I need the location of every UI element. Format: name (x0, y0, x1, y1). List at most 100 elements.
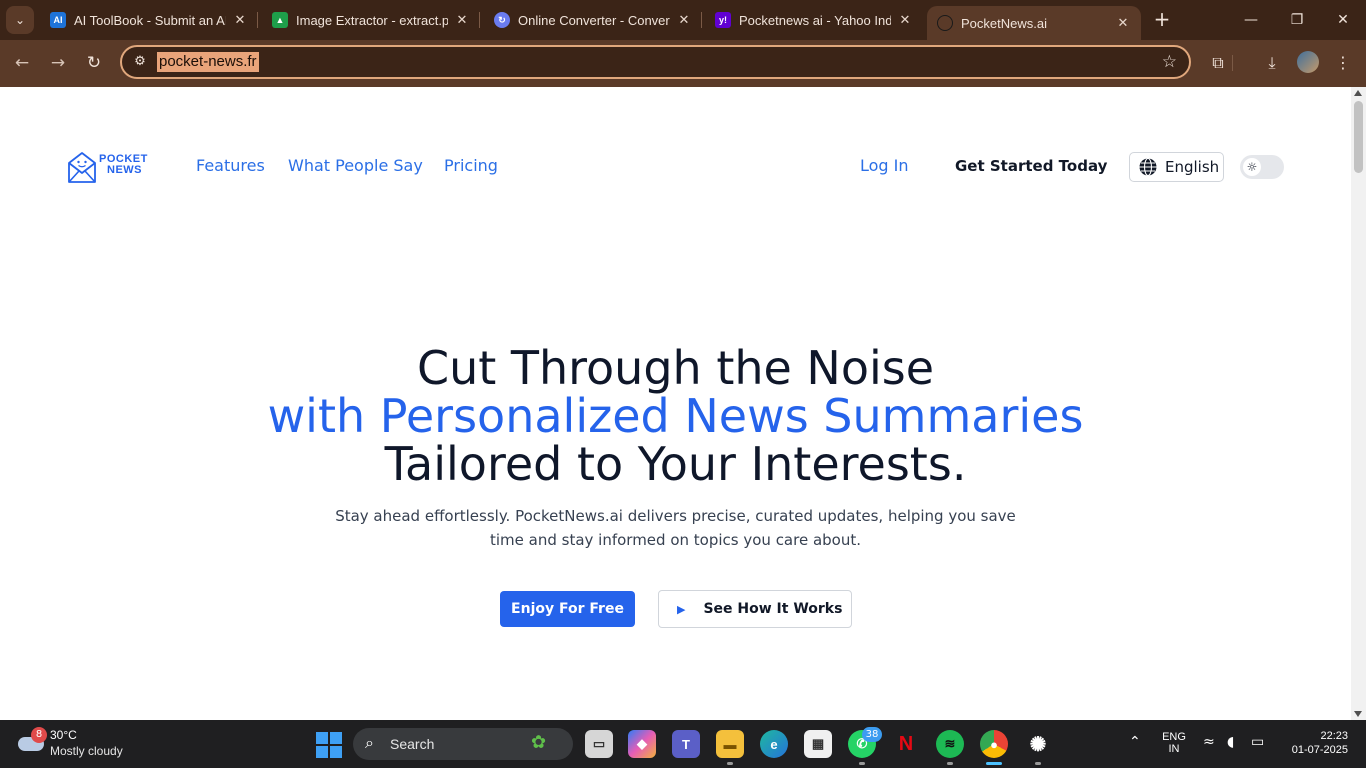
page-scrollbar[interactable] (1351, 87, 1366, 720)
chrome-icon[interactable]: ● (980, 730, 1008, 758)
close-icon[interactable]: ✕ (232, 12, 248, 28)
toolbar-divider (1232, 55, 1233, 71)
browser-menu-icon[interactable]: ⋮ (1330, 50, 1356, 76)
browser-tab-strip: ⌄ AI AI ToolBook - Submit an AI ✕ ▲ Imag… (0, 0, 1366, 40)
file-explorer-icon[interactable]: ▬ (716, 730, 744, 758)
bookmark-star-icon[interactable]: ☆ (1162, 52, 1177, 72)
window-close-icon[interactable]: ✕ (1320, 8, 1366, 32)
close-icon[interactable]: ✕ (676, 12, 692, 28)
close-icon[interactable]: ✕ (454, 12, 470, 28)
clock-time: 22:23 (1320, 730, 1348, 742)
hero-title-line-3: Tailored to Your Interests. (384, 437, 967, 491)
input-language-bottom: IN (1168, 743, 1180, 755)
tab-separator (257, 12, 258, 28)
logo-wordmark: POCKET NEWS (99, 154, 148, 176)
tab-title: Pocketnews ai - Yahoo India (739, 12, 891, 28)
taskbar-clock[interactable]: 22:23 01-07-2025 (1292, 730, 1348, 756)
copilot-icon[interactable]: ◆ (628, 730, 656, 758)
teams-icon[interactable]: T (672, 730, 700, 758)
enjoy-for-free-button[interactable]: Enjoy For Free (500, 591, 635, 627)
converter-icon: ↻ (494, 12, 510, 28)
nav-features[interactable]: Features (196, 156, 265, 175)
microsoft-store-icon[interactable]: ▦ (804, 730, 832, 758)
restore-icon[interactable]: ❐ (1274, 8, 1320, 32)
tray-chevron-up-icon[interactable]: ⌃ (1129, 734, 1141, 750)
tab-search-chevron-icon[interactable]: ⌄ (6, 6, 34, 34)
tab-title: Online Converter - Convert I (518, 12, 670, 28)
taskbar-search[interactable]: ⌕ Search ✿ (353, 728, 573, 760)
windows-taskbar: 8 30°C Mostly cloudy ⌕ Search ✿ ▭ ◆ T ▬ … (0, 720, 1366, 768)
wifi-icon[interactable]: ≈ (1203, 734, 1215, 750)
close-icon[interactable]: ✕ (1115, 15, 1131, 31)
active-indicator (986, 762, 1002, 765)
tab-title: AI ToolBook - Submit an AI (74, 12, 226, 28)
download-icon[interactable]: ⤓ (1259, 50, 1285, 76)
reload-icon[interactable]: ↻ (81, 50, 107, 76)
volume-icon[interactable]: ◖ (1227, 734, 1234, 750)
logo-line-2: NEWS (107, 164, 142, 176)
address-bar[interactable]: ⚙ pocket-news.fr ☆ (120, 45, 1191, 79)
sun-icon: ☼ (1243, 158, 1261, 176)
input-language-top: ENG (1162, 731, 1186, 743)
see-how-it-works-label: See How It Works (703, 601, 843, 617)
extensions-puzzle-icon[interactable]: ⧉ (1205, 50, 1231, 76)
back-arrow-icon[interactable]: ← (9, 50, 35, 76)
aitoolbook-icon: AI (50, 12, 66, 28)
weather-condition: Mostly cloudy (50, 744, 123, 758)
site-logo[interactable]: POCKET NEWS (67, 149, 152, 185)
plant-icon: ✿ (531, 732, 547, 753)
tab-pocketnews[interactable]: PocketNews.ai ✕ (927, 6, 1141, 40)
theme-toggle[interactable]: ☼ (1240, 155, 1284, 179)
tab-aitoolbook[interactable]: AI AI ToolBook - Submit an AI ✕ (40, 6, 258, 34)
spotify-icon[interactable]: ≋ (936, 730, 964, 758)
site-settings-icon[interactable]: ⚙ (131, 53, 149, 71)
edge-icon[interactable]: e (760, 730, 788, 758)
chatgpt-icon[interactable]: ✺ (1024, 730, 1052, 758)
tab-image-extractor[interactable]: ▲ Image Extractor - extract.pic ✕ (262, 6, 480, 34)
running-indicator (727, 762, 733, 765)
scroll-down-arrow-icon[interactable] (1354, 711, 1362, 717)
weather-widget[interactable]: 8 30°C Mostly cloudy (14, 727, 154, 761)
whatsapp-badge: 38 (862, 727, 882, 742)
netflix-icon[interactable]: N (892, 730, 920, 758)
scroll-up-arrow-icon[interactable] (1354, 90, 1362, 96)
hero-subtitle: Stay ahead effortlessly. PocketNews.ai d… (325, 504, 1026, 552)
windows-start-icon[interactable] (316, 732, 342, 758)
globe-icon (1139, 157, 1157, 177)
tab-separator (701, 12, 702, 28)
language-selector[interactable]: English (1129, 152, 1224, 182)
nav-pricing[interactable]: Pricing (444, 156, 498, 175)
hero-title-line-2: with Personalized News Summaries (267, 389, 1084, 443)
minimize-icon[interactable]: — (1228, 8, 1274, 32)
profile-avatar[interactable] (1297, 51, 1319, 73)
yahoo-icon: y! (715, 12, 731, 28)
forward-arrow-icon[interactable]: → (45, 50, 71, 76)
browser-toolbar: ← → ↻ ⚙ pocket-news.fr ☆ ⧉ ⤓ ⋮ (0, 40, 1366, 87)
hero-title-line-1: Cut Through the Noise (416, 341, 935, 395)
tab-separator (479, 12, 480, 28)
new-tab-plus-icon[interactable]: + (1150, 8, 1174, 32)
running-indicator (859, 762, 865, 765)
nav-what-people-say[interactable]: What People Say (288, 156, 423, 175)
battery-icon[interactable]: ▭ (1251, 734, 1264, 750)
tab-title: PocketNews.ai (961, 15, 1047, 31)
image-extractor-icon: ▲ (272, 12, 288, 28)
play-icon: ▶ (677, 602, 686, 616)
login-link[interactable]: Log In (860, 156, 909, 175)
url-text[interactable]: pocket-news.fr (157, 52, 259, 72)
tab-yahoo[interactable]: y! Pocketnews ai - Yahoo India ✕ (705, 6, 923, 34)
task-view-icon[interactable]: ▭ (585, 730, 613, 758)
running-indicator (1035, 762, 1041, 765)
search-icon: ⌕ (365, 733, 374, 752)
input-language[interactable]: ENG IN (1158, 731, 1190, 755)
tab-online-converter[interactable]: ↻ Online Converter - Convert I ✕ (484, 6, 702, 34)
see-how-it-works-button[interactable]: ▶ See How It Works (658, 590, 852, 628)
page-viewport: POCKET NEWS Features What People Say Pri… (0, 87, 1351, 720)
close-icon[interactable]: ✕ (897, 12, 913, 28)
search-label: Search (390, 736, 435, 752)
clock-date: 01-07-2025 (1291, 744, 1348, 756)
running-indicator (947, 762, 953, 765)
weather-temp: 30°C (50, 728, 77, 742)
get-started-button[interactable]: Get Started Today (955, 157, 1107, 175)
scrollbar-thumb[interactable] (1354, 101, 1363, 173)
